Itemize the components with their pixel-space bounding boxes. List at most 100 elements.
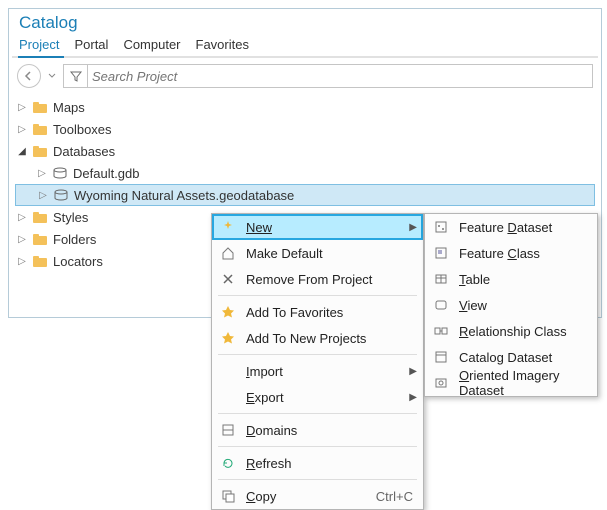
new-submenu: Feature Dataset Feature Class Table View… <box>424 213 598 397</box>
menu-label: Table <box>459 272 591 287</box>
collapse-icon[interactable]: ◢ <box>17 146 27 157</box>
toolbar <box>9 58 601 94</box>
menu-copy[interactable]: Copy Ctrl+C <box>212 483 423 509</box>
panel-title: Catalog <box>9 9 601 33</box>
sparkle-icon <box>218 217 238 237</box>
tab-portal[interactable]: Portal <box>74 37 108 52</box>
menu-label: Oriented Imagery Dataset <box>459 368 591 398</box>
menu-add-favorites[interactable]: Add To Favorites <box>212 299 423 325</box>
table-icon <box>431 269 451 289</box>
menu-separator <box>218 354 417 355</box>
expand-icon[interactable]: ▷ <box>17 256 27 267</box>
menu-refresh[interactable]: Refresh <box>212 450 423 476</box>
tab-project[interactable]: Project <box>19 37 59 52</box>
tree-label: Databases <box>53 144 115 159</box>
menu-export[interactable]: Export ▶ <box>212 384 423 410</box>
folder-icon <box>31 231 49 247</box>
submenu-feature-dataset[interactable]: Feature Dataset <box>425 214 597 240</box>
menu-separator <box>218 413 417 414</box>
submenu-relationship-class[interactable]: Relationship Class <box>425 318 597 344</box>
submenu-feature-class[interactable]: Feature Class <box>425 240 597 266</box>
search-input[interactable] <box>92 69 586 84</box>
menu-label: Export <box>246 390 401 405</box>
folder-icon <box>31 143 49 159</box>
blank-icon <box>218 387 238 407</box>
submenu-arrow-icon: ▶ <box>409 392 417 403</box>
tree-label: Maps <box>53 100 85 115</box>
menu-label: Add To Favorites <box>246 305 417 320</box>
menu-remove[interactable]: Remove From Project <box>212 266 423 292</box>
menu-label: New <box>246 220 401 235</box>
menu-label: Import <box>246 364 401 379</box>
back-arrow-icon <box>23 70 35 82</box>
menu-add-new-projects[interactable]: Add To New Projects <box>212 325 423 351</box>
expand-icon[interactable]: ▷ <box>37 168 47 179</box>
tree-node-default-gdb[interactable]: ▷ Default.gdb <box>15 162 595 184</box>
tree-node-maps[interactable]: ▷ Maps <box>15 96 595 118</box>
tree-label: Styles <box>53 210 88 225</box>
filter-button[interactable] <box>64 64 88 88</box>
menu-separator <box>218 446 417 447</box>
expand-icon[interactable]: ▷ <box>17 212 27 223</box>
menu-label: View <box>459 298 591 313</box>
tree-label: Toolboxes <box>53 122 112 137</box>
tree-label: Default.gdb <box>73 166 140 181</box>
menu-label: Refresh <box>246 456 417 471</box>
folder-icon <box>31 209 49 225</box>
menu-separator <box>218 479 417 480</box>
submenu-oriented-imagery[interactable]: Oriented Imagery Dataset <box>425 370 597 396</box>
menu-label: Domains <box>246 423 417 438</box>
tree-node-toolboxes[interactable]: ▷ Toolboxes <box>15 118 595 140</box>
domains-icon <box>218 420 238 440</box>
copy-icon <box>218 486 238 506</box>
tree-node-wyoming-gdb[interactable]: ▷ Wyoming Natural Assets.geodatabase <box>15 184 595 206</box>
expand-icon[interactable]: ▷ <box>17 124 27 135</box>
geodatabase-icon <box>51 165 69 181</box>
menu-label: Relationship Class <box>459 324 591 339</box>
folder-icon <box>31 99 49 115</box>
menu-make-default[interactable]: Make Default <box>212 240 423 266</box>
tab-computer[interactable]: Computer <box>123 37 180 52</box>
up-dropdown[interactable] <box>45 69 59 83</box>
expand-icon[interactable]: ▷ <box>17 234 27 245</box>
panel-tabs: Project Portal Computer Favorites <box>9 33 601 56</box>
submenu-table[interactable]: Table <box>425 266 597 292</box>
x-icon <box>218 269 238 289</box>
blank-icon <box>218 361 238 381</box>
menu-domains[interactable]: Domains <box>212 417 423 443</box>
home-icon <box>218 243 238 263</box>
submenu-catalog-dataset[interactable]: Catalog Dataset <box>425 344 597 370</box>
tab-underline <box>12 56 598 58</box>
imagery-icon <box>431 373 451 393</box>
tree-label: Folders <box>53 232 96 247</box>
menu-label: Make Default <box>246 246 417 261</box>
context-menu: New ▶ Make Default Remove From Project A… <box>211 213 424 510</box>
tree-node-databases[interactable]: ◢ Databases <box>15 140 595 162</box>
tree-label: Wyoming Natural Assets.geodatabase <box>74 188 294 203</box>
menu-label: Catalog Dataset <box>459 350 591 365</box>
expand-icon[interactable]: ▷ <box>17 102 27 113</box>
back-button[interactable] <box>17 64 41 88</box>
submenu-arrow-icon: ▶ <box>409 366 417 377</box>
refresh-icon <box>218 453 238 473</box>
featureclass-icon <box>431 243 451 263</box>
submenu-arrow-icon: ▶ <box>409 222 417 233</box>
relationship-icon <box>431 321 451 341</box>
menu-label: Add To New Projects <box>246 331 417 346</box>
menu-label: Remove From Project <box>246 272 417 287</box>
chevron-down-icon <box>48 72 56 80</box>
geodatabase-icon <box>52 187 70 203</box>
tab-favorites[interactable]: Favorites <box>196 37 249 52</box>
menu-label: Feature Dataset <box>459 220 591 235</box>
menu-label: Feature Class <box>459 246 591 261</box>
folder-icon <box>31 253 49 269</box>
submenu-view[interactable]: View <box>425 292 597 318</box>
dataset-icon <box>431 217 451 237</box>
menu-label: Copy <box>246 489 368 504</box>
menu-shortcut: Ctrl+C <box>376 489 417 504</box>
menu-import[interactable]: Import ▶ <box>212 358 423 384</box>
star-plus-icon <box>218 328 238 348</box>
menu-new[interactable]: New ▶ <box>212 214 423 240</box>
expand-icon[interactable]: ▷ <box>38 190 48 201</box>
star-icon <box>218 302 238 322</box>
